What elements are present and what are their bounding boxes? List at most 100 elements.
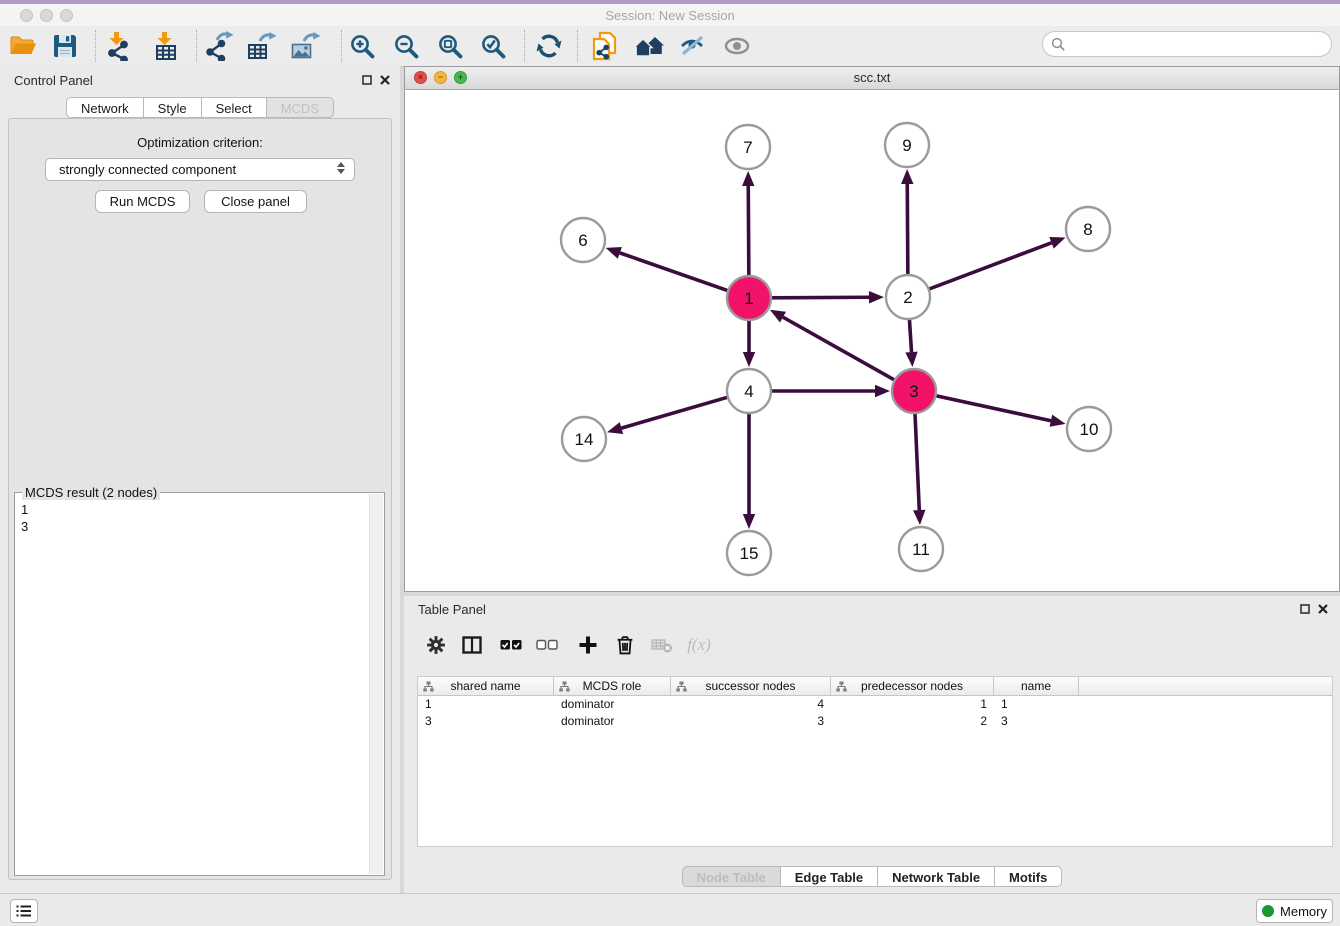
tab-node-table[interactable]: Node Table [682, 866, 781, 887]
home-icon[interactable] [632, 29, 666, 63]
optimization-criterion-value: strongly connected component [59, 162, 236, 177]
export-image-icon[interactable] [289, 29, 323, 63]
column-header-MCDS-role[interactable]: MCDS role [554, 677, 671, 695]
open-session-icon[interactable] [6, 29, 40, 63]
edge-4-14[interactable] [621, 397, 726, 428]
close-panel-icon[interactable] [379, 74, 390, 85]
network-window-title: scc.txt [405, 70, 1339, 85]
table-cell[interactable]: dominator [554, 696, 671, 713]
node-table: shared nameMCDS rolesuccessor nodesprede… [417, 676, 1333, 847]
table-tabs: Node TableEdge TableNetwork TableMotifs [404, 866, 1340, 887]
graph-node-label-6: 6 [578, 231, 587, 250]
network-canvas[interactable]: 7968124314101511 [405, 89, 1339, 591]
column-header-shared-name[interactable]: shared name [418, 677, 554, 695]
edge-1-7[interactable] [748, 186, 749, 275]
column-settings-icon[interactable] [423, 632, 449, 658]
search-input[interactable] [1070, 36, 1323, 53]
edge-2-8[interactable] [930, 243, 1052, 289]
export-network-icon[interactable] [202, 29, 236, 63]
table-row-0[interactable]: 1dominator411 [418, 696, 1332, 713]
run-mcds-button[interactable]: Run MCDS [95, 190, 190, 213]
table-cell[interactable]: 1 [831, 696, 994, 713]
edge-arrow-3-11 [913, 510, 925, 525]
column-header-name[interactable]: name [994, 677, 1079, 695]
zoom-fit-icon[interactable] [433, 29, 467, 63]
table-cell[interactable]: 3 [994, 713, 1079, 730]
add-row-icon[interactable] [575, 632, 601, 658]
edge-1-6[interactable] [620, 253, 727, 291]
table-cell[interactable]: 1 [994, 696, 1079, 713]
graph-node-label-11: 11 [912, 540, 930, 559]
tab-mcds[interactable]: MCDS [267, 97, 334, 118]
close-table-panel-icon[interactable] [1317, 603, 1328, 614]
graph-node-label-8: 8 [1083, 220, 1092, 239]
hide-graphics-details-icon[interactable] [720, 29, 754, 63]
show-graphics-details-icon[interactable] [675, 29, 709, 63]
graph-node-label-14: 14 [575, 430, 594, 449]
mcds-result-list[interactable]: 13 [15, 495, 370, 875]
table-row-1[interactable]: 3dominator323 [418, 713, 1332, 730]
graph-node-label-9: 9 [902, 136, 911, 155]
tab-network[interactable]: Network [66, 97, 144, 118]
delete-table-icon[interactable] [649, 632, 675, 658]
edge-3-10[interactable] [936, 396, 1050, 421]
task-history-button[interactable] [10, 899, 38, 923]
float-panel-icon[interactable] [361, 74, 372, 85]
select-chevrons-icon [337, 162, 345, 174]
search-box[interactable] [1042, 31, 1332, 57]
table-cell[interactable]: 4 [671, 696, 831, 713]
tab-motifs[interactable]: Motifs [995, 866, 1062, 887]
unselect-all-icon[interactable] [534, 632, 560, 658]
graph-node-label-4: 4 [744, 382, 753, 401]
edge-3-11[interactable] [915, 414, 919, 510]
window-title: Session: New Session [0, 8, 1340, 23]
network-window-titlebar[interactable]: × − + scc.txt [405, 67, 1339, 90]
status-bar: Memory [0, 893, 1340, 926]
zoom-out-icon[interactable] [389, 29, 423, 63]
memory-status-icon [1262, 905, 1274, 917]
edge-arrow-4-15 [743, 514, 755, 529]
delete-row-icon[interactable] [612, 632, 638, 658]
edge-2-9[interactable] [907, 184, 908, 274]
column-header-predecessor-nodes[interactable]: predecessor nodes [831, 677, 994, 695]
tab-edge-table[interactable]: Edge Table [781, 866, 878, 887]
table-cell[interactable]: 3 [671, 713, 831, 730]
import-network-icon[interactable] [100, 29, 134, 63]
edge-1-2[interactable] [772, 297, 869, 298]
table-panel: Table Panel [404, 596, 1340, 893]
table-cell[interactable]: 2 [831, 713, 994, 730]
zoom-selected-icon[interactable] [476, 29, 510, 63]
control-panel-header: Control Panel [0, 66, 400, 94]
edge-arrow-2-3 [905, 352, 917, 367]
tab-select[interactable]: Select [202, 97, 267, 118]
tab-style[interactable]: Style [144, 97, 202, 118]
float-table-panel-icon[interactable] [1299, 603, 1310, 614]
select-all-icon[interactable] [498, 632, 524, 658]
mcds-result-group: MCDS result (2 nodes) 13 [14, 492, 385, 876]
edge-arrow-1-4 [743, 352, 755, 367]
column-header-successor-nodes[interactable]: successor nodes [671, 677, 831, 695]
table-cell[interactable]: dominator [554, 713, 671, 730]
apply-layout-icon[interactable] [532, 29, 566, 63]
table-cell[interactable]: 1 [418, 696, 554, 713]
edge-arrow-1-6 [606, 247, 622, 259]
edge-2-3[interactable] [909, 320, 911, 352]
zoom-in-icon[interactable] [345, 29, 379, 63]
export-table-icon[interactable] [245, 29, 279, 63]
graph-node-label-15: 15 [740, 544, 759, 563]
import-table-icon[interactable] [148, 29, 182, 63]
function-builder-icon[interactable]: f(x) [686, 632, 712, 658]
mcds-panel: Optimization criterion: strongly connect… [8, 118, 392, 880]
edge-3-1[interactable] [783, 317, 894, 380]
close-panel-button[interactable]: Close panel [204, 190, 307, 213]
network-merge-icon[interactable] [588, 29, 622, 63]
result-scrollbar[interactable] [369, 494, 383, 874]
application-window: Session: New Session [0, 0, 1340, 926]
table-header-row: shared nameMCDS rolesuccessor nodesprede… [418, 677, 1332, 696]
memory-button[interactable]: Memory [1256, 899, 1333, 923]
column-layout-icon[interactable] [459, 632, 485, 658]
save-session-icon[interactable] [48, 29, 82, 63]
optimization-criterion-select[interactable]: strongly connected component [45, 158, 355, 181]
tab-network-table[interactable]: Network Table [878, 866, 995, 887]
table-cell[interactable]: 3 [418, 713, 554, 730]
